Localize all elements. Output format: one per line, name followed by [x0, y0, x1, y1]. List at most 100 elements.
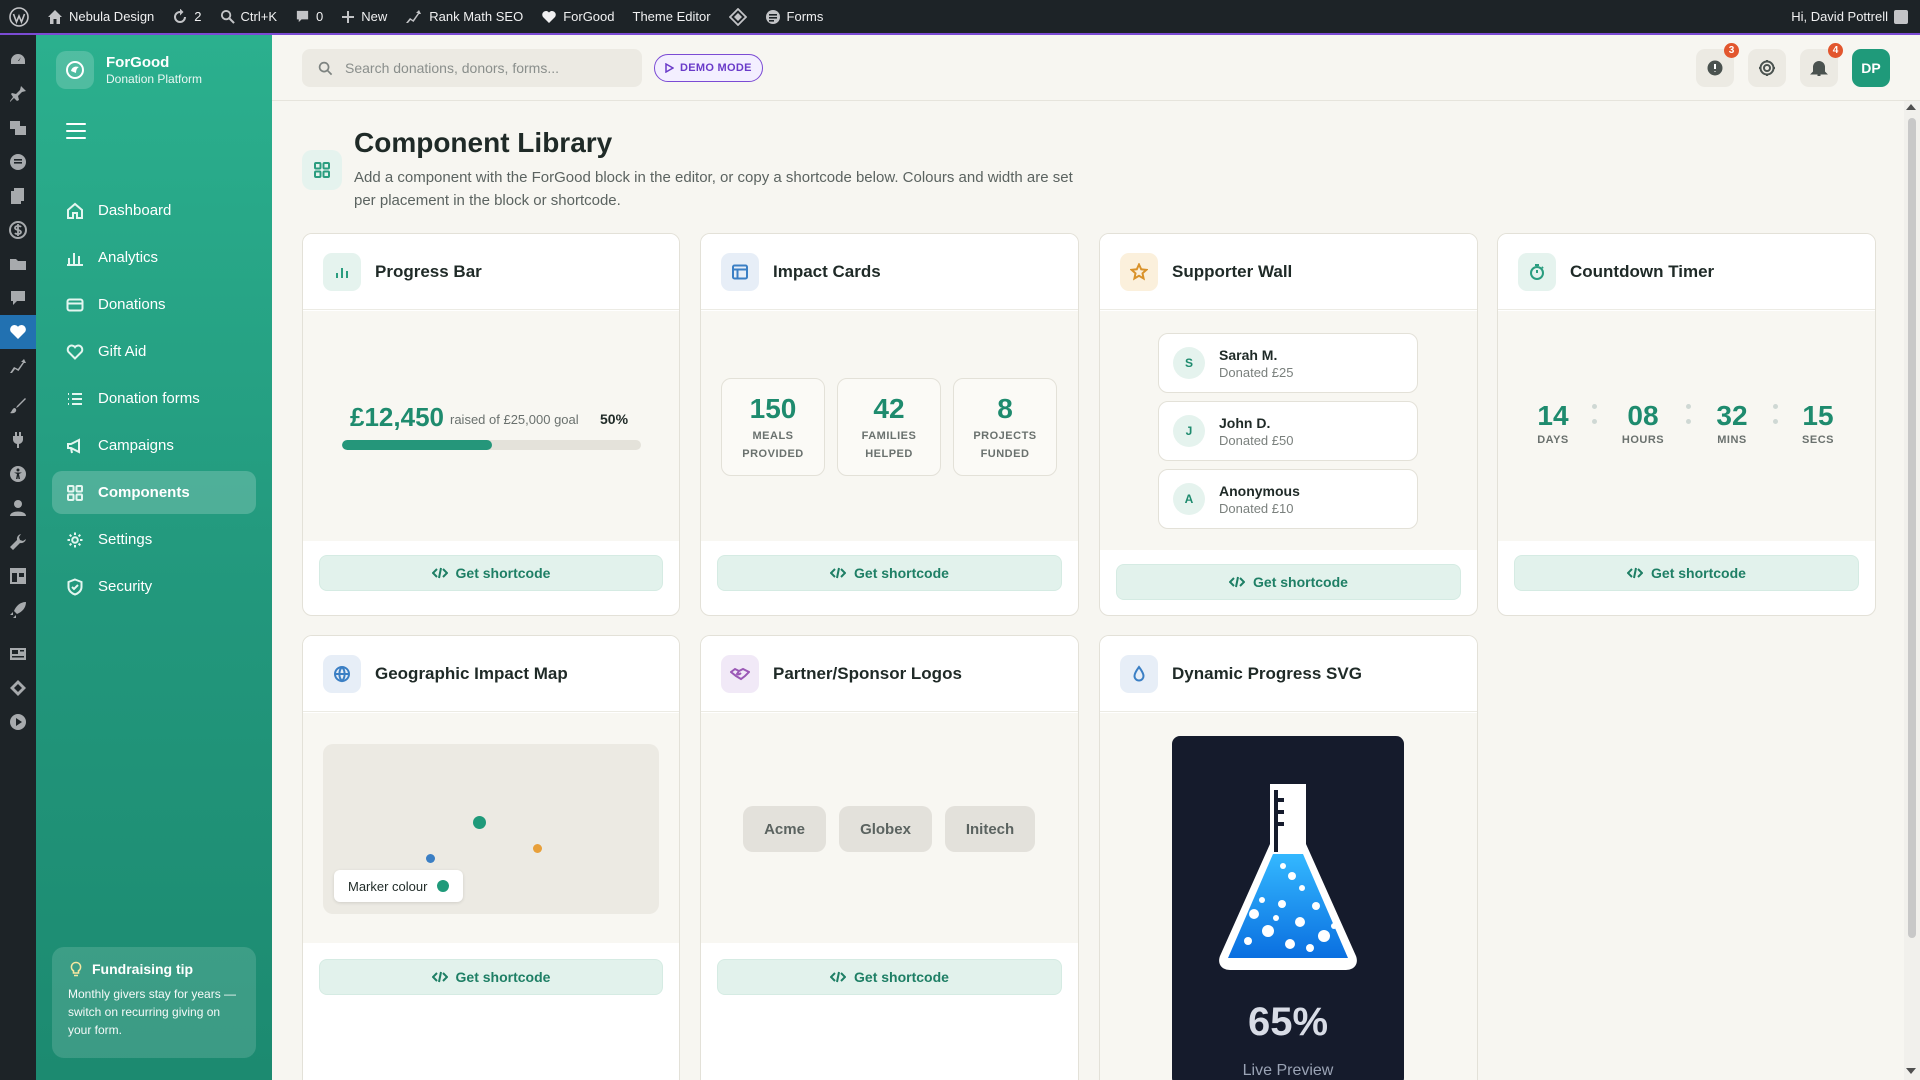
sidebar-item-donations[interactable]: Donations — [52, 283, 256, 326]
card-title: Supporter Wall — [1172, 261, 1293, 281]
impact-stat: 8 PROJECTS FUNDED — [953, 378, 1057, 476]
account-menu[interactable]: Hi, David Pottrell — [1782, 0, 1920, 33]
wp-layout-icon[interactable] — [0, 559, 36, 593]
demo-mode-badge[interactable]: DEMO MODE — [654, 54, 763, 82]
map-marker[interactable] — [533, 844, 542, 853]
sidebar-item-components[interactable]: Components — [52, 471, 256, 514]
credit-card-icon — [66, 298, 84, 311]
wp-tools-icon[interactable] — [0, 525, 36, 559]
wp-pages-icon[interactable] — [0, 179, 36, 213]
wp-folder-icon[interactable] — [0, 247, 36, 281]
wp-appearance-icon[interactable] — [0, 389, 36, 423]
theme-editor-link[interactable]: Theme Editor — [624, 0, 720, 33]
sidebar-item-campaigns[interactable]: Campaigns — [52, 424, 256, 467]
get-shortcode-button[interactable]: Get shortcode — [319, 555, 663, 591]
wp-users-icon[interactable] — [0, 491, 36, 525]
get-shortcode-button[interactable]: Get shortcode — [1116, 564, 1461, 600]
forgood-link[interactable]: ForGood — [532, 0, 623, 33]
get-shortcode-button[interactable]: Get shortcode — [717, 959, 1062, 995]
map-marker[interactable] — [473, 816, 486, 829]
supporter-avatar: J — [1173, 415, 1205, 447]
new-content-link[interactable]: New — [332, 0, 396, 33]
supporter-name: Anonymous — [1219, 482, 1300, 499]
scroll-up-arrow-icon[interactable] — [1906, 104, 1916, 110]
card-title: Partner/Sponsor Logos — [773, 663, 962, 683]
countdown-unit: 14 DAYS — [1523, 400, 1583, 446]
map-marker[interactable] — [426, 854, 435, 863]
tip-body: Monthly givers stay for years — switch o… — [68, 987, 237, 1037]
countdown-label: MINS — [1717, 434, 1747, 446]
diamond-link[interactable] — [720, 0, 756, 33]
supporter-item: J John D. Donated £50 — [1158, 401, 1418, 461]
card-title: Geographic Impact Map — [375, 663, 568, 683]
list-icon — [68, 392, 82, 405]
sidebar-item-gift-aid[interactable]: Gift Aid — [52, 330, 256, 373]
wp-newspaper-icon[interactable] — [0, 637, 36, 671]
stat-label: PROVIDED — [742, 448, 804, 460]
wp-comments-icon[interactable] — [0, 281, 36, 315]
heart-icon — [542, 10, 556, 23]
site-name: Nebula Design — [69, 9, 155, 24]
partner-logo: Acme — [743, 806, 826, 852]
card-title: Progress Bar — [375, 261, 482, 281]
code-icon — [830, 567, 847, 579]
card-title: Dynamic Progress SVG — [1172, 663, 1362, 683]
forgood-logo-icon — [56, 51, 94, 89]
wp-forms-icon[interactable] — [0, 145, 36, 179]
new-label: New — [361, 9, 388, 24]
wp-chart-icon[interactable] — [0, 349, 36, 383]
wp-forgood-icon[interactable] — [0, 315, 36, 349]
alerts-button[interactable]: 3 — [1696, 43, 1739, 87]
wp-diamond-icon[interactable] — [0, 671, 36, 705]
settings-button[interactable] — [1748, 49, 1786, 87]
sidebar-item-donation-forms[interactable]: Donation forms — [52, 377, 256, 420]
comments-link[interactable]: 0 — [286, 0, 332, 33]
sidebar-item-dashboard[interactable]: Dashboard — [52, 189, 256, 232]
supporter-avatar: S — [1173, 347, 1205, 379]
marker-colour-swatch — [437, 880, 450, 892]
wp-posts-icon[interactable] — [0, 77, 36, 111]
rank-math-link[interactable]: Rank Math SEO — [396, 0, 532, 33]
wp-dollar-icon[interactable] — [0, 213, 36, 247]
get-shortcode-button[interactable]: Get shortcode — [717, 555, 1062, 591]
sidebar-item-security[interactable]: Security — [52, 565, 256, 608]
wordpress-logo-icon[interactable] — [0, 0, 38, 33]
menu-toggle-icon[interactable] — [66, 123, 86, 139]
globe-icon — [323, 654, 361, 693]
impact-stat: 150 MEALS PROVIDED — [721, 378, 825, 476]
scrollbar-thumb[interactable] — [1908, 118, 1916, 938]
forms-link[interactable]: Forms — [756, 0, 833, 33]
wp-media-icon[interactable] — [0, 111, 36, 145]
progress-percent: 50% — [600, 411, 629, 427]
sidebar-item-label: Donation forms — [98, 390, 200, 407]
wp-play-icon[interactable] — [0, 705, 36, 739]
get-shortcode-button[interactable]: Get shortcode — [319, 959, 663, 995]
wp-accessibility-icon[interactable] — [0, 457, 36, 491]
supporter-avatar: A — [1173, 483, 1205, 515]
marker-colour-legend: Marker colour — [334, 870, 464, 902]
countdown-value: 32 — [1716, 400, 1748, 431]
forgood-label: ForGood — [563, 9, 615, 24]
site-name-link[interactable]: Nebula Design — [38, 0, 163, 33]
refresh-icon — [174, 8, 187, 23]
brand[interactable]: ForGood Donation Platform — [56, 51, 202, 89]
get-shortcode-button[interactable]: Get shortcode — [1514, 555, 1859, 591]
page-title: Component Library — [354, 127, 613, 158]
layout-icon — [721, 252, 759, 291]
sidebar-item-analytics[interactable]: Analytics — [52, 236, 256, 279]
wp-plugins-icon[interactable] — [0, 423, 36, 457]
wp-dashboard-icon[interactable] — [0, 43, 36, 77]
theme-editor-label: Theme Editor — [632, 9, 711, 24]
user-avatar[interactable]: DP — [1852, 49, 1890, 87]
brand-name: ForGood — [106, 54, 170, 71]
notifications-button[interactable]: 4 — [1800, 43, 1843, 87]
search-input[interactable] — [345, 60, 625, 76]
updates-link[interactable]: 2 — [163, 0, 210, 33]
wp-rocket-icon[interactable] — [0, 593, 36, 627]
tip-title: Fundraising tip — [92, 961, 194, 977]
search-box[interactable] — [302, 49, 642, 87]
sidebar-item-settings[interactable]: Settings — [52, 518, 256, 561]
scroll-down-arrow-icon[interactable] — [1906, 1068, 1916, 1074]
search-shortcut[interactable]: Ctrl+K — [211, 0, 286, 33]
components-grid-icon — [302, 150, 342, 190]
